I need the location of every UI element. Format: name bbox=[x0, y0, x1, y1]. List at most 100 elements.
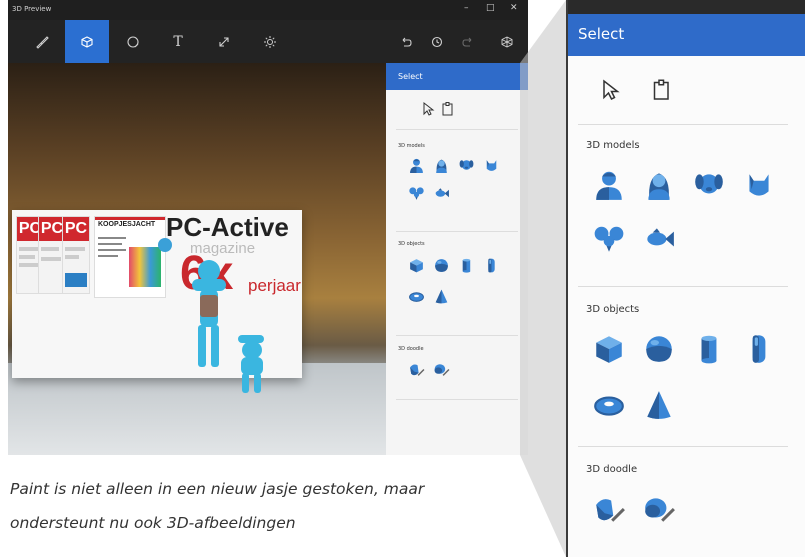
history-icon bbox=[431, 36, 443, 47]
zoom-panel-title: Select bbox=[578, 25, 625, 43]
sharp-doodle-icon[interactable] bbox=[408, 361, 425, 378]
zoom-section-title-3d-models: 3D models bbox=[586, 140, 640, 151]
sphere-icon-shape bbox=[435, 259, 448, 272]
cover-logo: PC bbox=[63, 217, 89, 241]
maximize-button[interactable]: □ bbox=[486, 3, 495, 13]
mouse-icon-shape bbox=[594, 226, 624, 252]
mouse-icon-shape bbox=[409, 187, 424, 200]
cone-icon[interactable] bbox=[433, 288, 450, 305]
torus-icon-shape bbox=[594, 396, 624, 416]
cone-icon-shape bbox=[647, 391, 671, 419]
cover-line bbox=[19, 247, 39, 251]
redo-button[interactable] bbox=[453, 20, 483, 63]
soft-doodle-icon[interactable] bbox=[642, 492, 676, 526]
sticker-icon bbox=[127, 35, 139, 48]
canvas-tool[interactable] bbox=[202, 20, 246, 63]
text-icon: T bbox=[173, 33, 183, 50]
paint3d-window: 3D Preview – □ ✕ T PC PC PC KOOPJESJACHT… bbox=[8, 0, 528, 455]
divider bbox=[578, 124, 788, 125]
dog-icon[interactable] bbox=[458, 157, 475, 174]
cursor-icon[interactable] bbox=[420, 101, 436, 117]
cylinder-icon-shape bbox=[462, 258, 471, 273]
clipboard-icon[interactable] bbox=[650, 78, 674, 102]
3d-cube-icon bbox=[81, 35, 93, 48]
remix3d-icon bbox=[501, 35, 513, 48]
torus-icon[interactable] bbox=[408, 288, 425, 305]
torus-icon-shape bbox=[409, 292, 424, 302]
stickers-tool[interactable] bbox=[111, 20, 155, 63]
effects-icon bbox=[264, 35, 276, 48]
cat-icon[interactable] bbox=[483, 157, 500, 174]
offer-text: perjaar bbox=[248, 276, 301, 295]
cube-icon[interactable] bbox=[408, 257, 425, 274]
zoomed-select-panel: Select 3D models 3D objects 3D doodle bbox=[566, 0, 805, 557]
sharp-doodle-icon[interactable] bbox=[592, 492, 626, 526]
woman-icon[interactable] bbox=[433, 157, 450, 174]
brush-tool[interactable] bbox=[20, 20, 64, 63]
cover-line bbox=[65, 255, 79, 259]
cube-icon-shape bbox=[596, 336, 622, 363]
man-icon-shape bbox=[410, 158, 423, 173]
cylinder-icon-shape bbox=[701, 335, 717, 364]
magazine-cover: PC bbox=[62, 216, 90, 294]
capsule-icon-shape bbox=[752, 335, 766, 363]
text-line bbox=[98, 249, 126, 251]
soft-doodle-icon-shape bbox=[434, 364, 450, 376]
clipboard-icon[interactable] bbox=[440, 101, 456, 117]
cover-image bbox=[65, 273, 87, 287]
caption-line-2: ondersteunt nu ook 3D-afbeeldingen bbox=[10, 514, 296, 532]
history-button[interactable] bbox=[422, 20, 452, 63]
zoom-section-title-3d-objects: 3D objects bbox=[586, 304, 640, 315]
section-title-3d-models: 3D models bbox=[398, 143, 425, 149]
panel-tools bbox=[386, 90, 528, 128]
zoom-section-title-3d-doodle: 3D doodle bbox=[586, 464, 638, 475]
torus-icon[interactable] bbox=[592, 388, 626, 422]
cylinder-icon[interactable] bbox=[692, 332, 726, 366]
cylinder-icon[interactable] bbox=[458, 257, 475, 274]
cat-icon[interactable] bbox=[742, 168, 776, 202]
capsule-icon[interactable] bbox=[742, 332, 776, 366]
man-icon[interactable] bbox=[408, 157, 425, 174]
fish-icon[interactable] bbox=[433, 185, 450, 202]
remix3d-button[interactable] bbox=[492, 20, 522, 63]
woman-icon[interactable] bbox=[642, 168, 676, 202]
3d-objects-tool[interactable] bbox=[65, 20, 109, 63]
undo-icon bbox=[402, 37, 412, 47]
cone-icon[interactable] bbox=[642, 388, 676, 422]
drawing-canvas[interactable]: PC PC PC KOOPJESJACHT PC-Active magazine… bbox=[8, 63, 386, 455]
woman-icon-shape bbox=[648, 173, 670, 200]
resize-icon bbox=[219, 36, 229, 47]
sphere-icon[interactable] bbox=[642, 332, 676, 366]
cube-icon-shape bbox=[410, 259, 423, 273]
select-panel: Select 3D models 3D objects 3D doodle bbox=[386, 63, 528, 455]
effects-tool[interactable] bbox=[248, 20, 292, 63]
divider bbox=[578, 286, 788, 287]
close-button[interactable]: ✕ bbox=[510, 3, 518, 13]
cube-icon[interactable] bbox=[592, 332, 626, 366]
capsule-icon-shape bbox=[488, 258, 495, 273]
dog-icon-shape bbox=[695, 174, 723, 194]
text-line bbox=[98, 243, 122, 245]
mouse-icon[interactable] bbox=[408, 185, 425, 202]
text-tool[interactable]: T bbox=[156, 20, 200, 63]
divider bbox=[396, 399, 518, 400]
woman-icon-shape bbox=[436, 159, 447, 173]
caption: Paint is niet alleen in een nieuw jasje … bbox=[10, 472, 530, 540]
sharp-doodle-icon-shape bbox=[596, 499, 625, 522]
mouse-icon[interactable] bbox=[592, 222, 626, 256]
divider bbox=[396, 129, 518, 130]
sphere-icon-shape bbox=[646, 336, 672, 362]
cover-line bbox=[41, 257, 61, 261]
fish-icon[interactable] bbox=[642, 222, 676, 256]
divider bbox=[396, 335, 518, 336]
page-bar bbox=[95, 217, 165, 220]
man-icon[interactable] bbox=[592, 168, 626, 202]
undo-button[interactable] bbox=[391, 20, 421, 63]
text-line bbox=[98, 237, 126, 239]
sphere-icon[interactable] bbox=[433, 257, 450, 274]
capsule-icon[interactable] bbox=[483, 257, 500, 274]
cursor-icon[interactable] bbox=[598, 78, 622, 102]
dog-icon[interactable] bbox=[692, 168, 726, 202]
minimize-button[interactable]: – bbox=[464, 3, 469, 13]
soft-doodle-icon[interactable] bbox=[433, 361, 450, 378]
